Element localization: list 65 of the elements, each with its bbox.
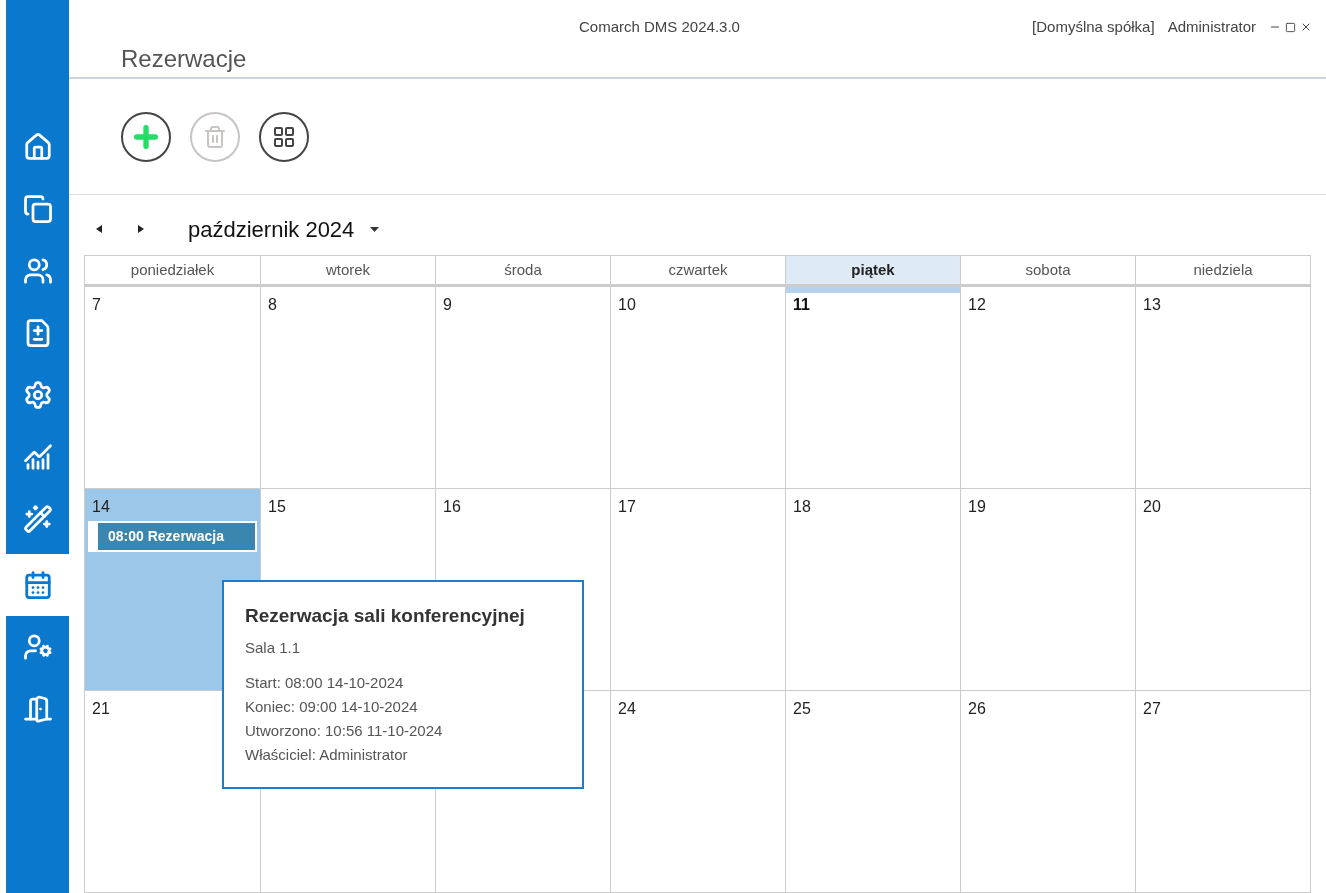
caret-right-icon bbox=[138, 225, 144, 233]
day-number: 13 bbox=[1143, 296, 1161, 313]
chart-icon bbox=[22, 442, 53, 472]
user-name: Administrator bbox=[1167, 17, 1256, 37]
day-number: 18 bbox=[793, 498, 811, 515]
grid-icon bbox=[272, 124, 296, 149]
day-number: 9 bbox=[443, 296, 452, 313]
window-title: Comarch DMS 2024.3.0 bbox=[579, 17, 740, 37]
day-number: 8 bbox=[268, 296, 277, 313]
day-number: 11 bbox=[793, 296, 810, 313]
day-cell[interactable]: 13 bbox=[1135, 287, 1310, 488]
users-icon bbox=[22, 256, 53, 286]
day-cell[interactable]: 18 bbox=[785, 489, 960, 690]
tooltip-detail: Utworzono: 10:56 11-10-2024 bbox=[245, 721, 444, 741]
day-cell[interactable]: 17 bbox=[610, 489, 785, 690]
day-cell[interactable]: 12 bbox=[960, 287, 1135, 488]
weekday-header: niedziela bbox=[1135, 256, 1310, 284]
day-number: 15 bbox=[268, 498, 286, 515]
weekday-header: piątek bbox=[785, 256, 960, 284]
tooltip-detail: Właściciel: Administrator bbox=[245, 745, 409, 765]
day-number: 7 bbox=[92, 296, 101, 313]
day-number: 19 bbox=[968, 498, 986, 515]
page-title: Rezerwacje bbox=[121, 45, 247, 73]
weekday-header: środa bbox=[435, 256, 610, 284]
day-number: 17 bbox=[618, 498, 636, 515]
day-number: 25 bbox=[793, 700, 811, 717]
door-exit-icon bbox=[22, 694, 53, 724]
weekday-header: poniedziałek bbox=[129, 259, 216, 280]
weekday-header: sobota bbox=[960, 256, 1135, 284]
calendar-icon bbox=[22, 570, 53, 600]
day-cell[interactable]: 25 bbox=[785, 691, 960, 892]
day-number: 20 bbox=[1143, 498, 1161, 515]
caret-down-icon bbox=[370, 226, 380, 232]
event-chip[interactable]: 08:00 Rezerwacja bbox=[98, 523, 255, 550]
month-dropdown[interactable]: październik 2024 bbox=[188, 212, 380, 246]
trash-icon bbox=[203, 124, 227, 149]
day-cell[interactable]: 20 bbox=[1135, 489, 1310, 690]
caret-left-icon bbox=[96, 225, 102, 233]
day-number: 24 bbox=[618, 700, 636, 717]
day-cell[interactable]: 11 bbox=[785, 287, 960, 488]
day-cell[interactable]: 10 bbox=[610, 287, 785, 488]
home-icon bbox=[22, 132, 53, 162]
maximize-icon[interactable] bbox=[1285, 21, 1296, 33]
day-number: 26 bbox=[968, 700, 986, 717]
settings-icon bbox=[22, 380, 53, 410]
day-cell[interactable]: 19 bbox=[960, 489, 1135, 690]
day-number: 14 bbox=[92, 498, 110, 515]
day-cell[interactable]: 24 bbox=[610, 691, 785, 892]
views-button[interactable] bbox=[259, 111, 309, 162]
day-cell[interactable]: 8 bbox=[260, 287, 435, 488]
user-gear-icon bbox=[22, 632, 53, 662]
day-cell[interactable]: 27 bbox=[1135, 691, 1310, 892]
add-button[interactable] bbox=[121, 111, 171, 162]
magic-wand-icon bbox=[22, 504, 53, 534]
weekday-header: wtorek bbox=[260, 256, 435, 284]
company-name: [Domyślna spółka] bbox=[1032, 17, 1155, 37]
copy-icon bbox=[22, 194, 53, 224]
tooltip-detail: Koniec: 09:00 14-10-2024 bbox=[245, 697, 419, 717]
day-cell[interactable]: 9 bbox=[435, 287, 610, 488]
day-cell[interactable]: 26 bbox=[960, 691, 1135, 892]
day-cell[interactable]: 7 bbox=[85, 287, 260, 488]
day-number: 16 bbox=[443, 498, 461, 515]
day-number: 27 bbox=[1143, 700, 1161, 717]
day-number: 10 bbox=[618, 296, 636, 313]
day-number: 12 bbox=[968, 296, 986, 313]
